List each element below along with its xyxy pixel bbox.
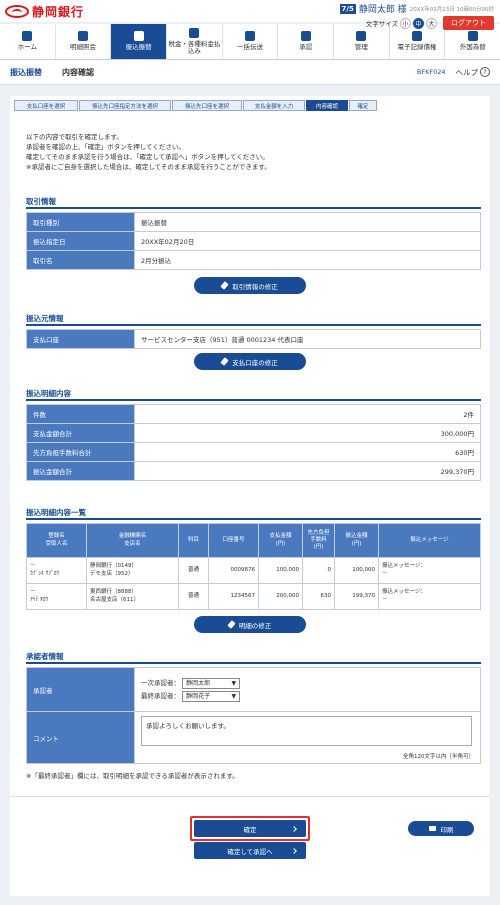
first-approver-select[interactable]: 静岡太郎 ▼ bbox=[182, 678, 241, 689]
nav-statement[interactable]: 明細照会 bbox=[56, 24, 112, 59]
divider bbox=[26, 207, 481, 209]
approver-heading: 承認者情報 bbox=[26, 652, 64, 661]
page-title: 内容確認 bbox=[62, 67, 94, 77]
step-indicator: 支払口座を選択 振込先口座指定方法を選択 振込先口座を選択 支払金額を入力 内容… bbox=[14, 100, 378, 111]
step-6: 確定 bbox=[349, 100, 377, 111]
caret-down-icon: ▼ bbox=[231, 679, 237, 687]
detail-list-heading: 振込明細内容一覧 bbox=[26, 508, 86, 517]
bank-logo-icon bbox=[5, 4, 29, 18]
table-row: －ｶﾌﾞｼｷ ｻﾌﾞﾛｳ 静岡銀行（0149） デモ支店（952） 普通 0009… bbox=[26, 557, 481, 584]
trade-info-heading: 取引情報 bbox=[26, 197, 56, 206]
edit-details-button[interactable]: 明細の修正 bbox=[194, 616, 306, 633]
divider bbox=[26, 518, 481, 520]
user-name: 静岡太郎 様 bbox=[358, 5, 407, 15]
nav-bulk[interactable]: 一括伝送 bbox=[223, 24, 279, 59]
chevron-right-icon bbox=[291, 847, 297, 854]
screen-id: BFKF024 bbox=[416, 68, 446, 76]
exchange-icon bbox=[467, 31, 478, 42]
text-size-large[interactable]: 大 bbox=[426, 17, 437, 29]
detail-summary-table: 件数 2件 支払金額合計 300,000円 先方負担手数料合計 630円 振込金額合計… bbox=[26, 404, 481, 481]
section-title: 振込振替 bbox=[10, 67, 42, 77]
nav-approval[interactable]: 承認 bbox=[278, 24, 335, 59]
text-size-label: 文字サイズ bbox=[365, 20, 398, 28]
nav-transfer[interactable]: 振込振替 bbox=[111, 24, 168, 59]
logout-button[interactable]: ログアウト bbox=[443, 16, 494, 30]
confirm-button[interactable]: 確定 bbox=[194, 820, 306, 837]
document-icon bbox=[78, 31, 88, 42]
step-3: 振込先口座を選択 bbox=[172, 100, 242, 111]
pencil-icon bbox=[227, 620, 236, 629]
question-icon: ? bbox=[480, 67, 490, 77]
edit-source-account-button[interactable]: 支払口座の修正 bbox=[194, 353, 306, 370]
yen-icon bbox=[133, 31, 144, 42]
step-1: 支払口座を選択 bbox=[14, 100, 78, 111]
source-info-table: 支払口座 サービスセンター支店（951）普通 0001234 代表口座 bbox=[26, 329, 481, 349]
trade-info-table: 取引種別 振込振替 振込指定日 20XX年02月20日 取引名 2月分振込 bbox=[26, 212, 481, 270]
divider bbox=[26, 662, 481, 664]
receipt-icon bbox=[189, 27, 200, 38]
pencil-icon bbox=[220, 281, 229, 290]
edit-trade-info-button[interactable]: 取引情報の修正 bbox=[194, 277, 306, 294]
user-badge-icon: 7/5 bbox=[339, 3, 356, 14]
text-size-medium[interactable]: 中 bbox=[413, 17, 424, 29]
detail-heading: 振込明細内容 bbox=[26, 389, 71, 398]
step-5-current: 内容確認 bbox=[306, 100, 348, 111]
text-size-small[interactable]: 小 bbox=[400, 17, 411, 29]
approval-icon bbox=[300, 31, 311, 42]
header: 静岡銀行 7/5 静岡太郎 様 20XX年02月13日 10時00分00秒 文字… bbox=[0, 0, 500, 30]
caret-down-icon: ▼ bbox=[231, 692, 237, 700]
gear-icon bbox=[356, 31, 367, 42]
printer-icon bbox=[428, 826, 436, 831]
comment-limit-note: 全角120文字以内［半角可］ bbox=[403, 754, 474, 760]
title-bar: 振込振替 内容確認 BFKF024 ヘルプ? bbox=[0, 60, 500, 85]
step-4: 支払金額を入力 bbox=[243, 100, 305, 111]
bank-name: 静岡銀行 bbox=[32, 4, 85, 19]
final-approver-select[interactable]: 静岡花子 ▼ bbox=[182, 691, 241, 702]
nav-tax-payment[interactable]: 税金・各種料金払込み bbox=[167, 24, 223, 59]
pencil-icon bbox=[220, 357, 229, 366]
comment-textarea[interactable]: 承認よろしくお願いします。 bbox=[141, 716, 472, 746]
home-icon bbox=[22, 31, 33, 42]
source-info-heading: 振込元情報 bbox=[26, 314, 64, 323]
intro-text: 以下の内容で取引を確定します。 承認者を確認の上、「確定」ボタンを押してください… bbox=[26, 133, 271, 172]
table-row: －ｱｲﾃ ﾀﾛｳ 東西銀行（8888） 名古屋支店（611） 普通 1234567… bbox=[26, 583, 481, 610]
bulk-icon bbox=[245, 31, 256, 42]
confirm-and-approve-button[interactable]: 確定して承認へ bbox=[194, 842, 306, 859]
login-timestamp: 20XX年02月13日 10時00分00秒 bbox=[409, 6, 494, 13]
detail-list-table: 登録名 受取人名 金融機関名 支店名 科目 口座番号 支払金額 (円) 先方負担… bbox=[26, 523, 481, 610]
divider bbox=[26, 399, 481, 401]
main-card: 支払口座を選択 振込先口座指定方法を選択 振込先口座を選択 支払金額を入力 内容… bbox=[10, 96, 490, 896]
step-2: 振込先口座指定方法を選択 bbox=[79, 100, 171, 111]
chevron-right-icon bbox=[291, 825, 297, 832]
nav-home[interactable]: ホーム bbox=[0, 24, 56, 59]
print-button[interactable]: 印刷 bbox=[408, 821, 474, 836]
divider bbox=[10, 796, 490, 797]
bond-icon bbox=[412, 31, 423, 42]
divider bbox=[26, 324, 481, 326]
approver-table: 承認者 一次承認者： 静岡太郎 ▼ 最終承認者： 静岡花子 ▼ コメント 承認よろし… bbox=[26, 667, 481, 764]
help-link[interactable]: ヘルプ? bbox=[456, 67, 490, 78]
approver-note: ※「最終承認者」欄には、取引明細を承認できる承認者が表示されます。 bbox=[26, 772, 239, 780]
